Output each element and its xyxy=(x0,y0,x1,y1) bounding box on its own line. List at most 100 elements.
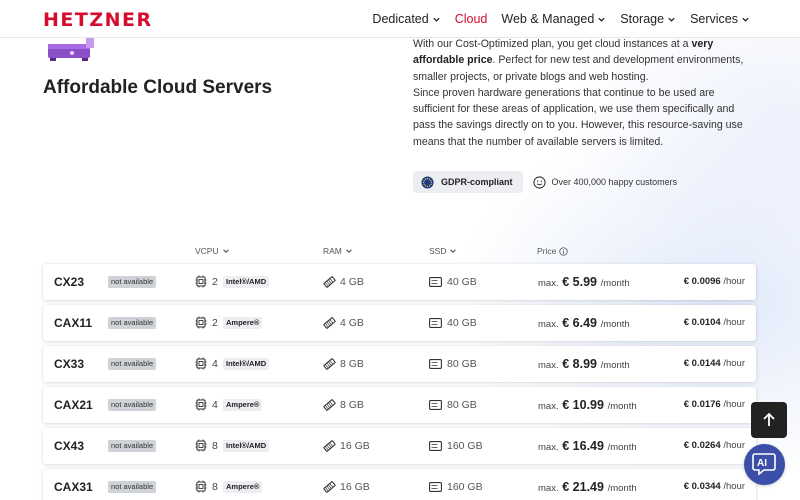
header-label: RAM xyxy=(323,246,342,256)
price-unit: /month xyxy=(600,360,630,371)
table-row[interactable]: CAX11 not available 2 Ampere® 4 GB 40 GB… xyxy=(43,305,756,341)
chevron-down-icon xyxy=(668,17,675,22)
server-name: CX43 xyxy=(54,439,85,453)
price-prefix: max. xyxy=(538,360,559,371)
hero-paragraph-1: With our Cost-Optimized plan, you get cl… xyxy=(413,36,758,85)
price-unit: /month xyxy=(600,319,630,330)
smiley-icon xyxy=(532,175,546,189)
price-prefix: max. xyxy=(538,319,559,330)
column-header-ssd[interactable]: SSD xyxy=(429,246,457,256)
price-prefix: max. xyxy=(538,278,559,289)
table-row[interactable]: CX23 not available 2 Intel®/AMD 4 GB 40 … xyxy=(43,264,756,300)
ram-value: 16 GB xyxy=(340,440,370,452)
chevron-down-icon xyxy=(598,17,605,22)
ai-label: AI xyxy=(757,458,767,469)
server-name: CX23 xyxy=(54,275,85,289)
nav-label: Cloud xyxy=(454,12,488,26)
price-unit: /month xyxy=(607,401,637,412)
price-amount: € 16.49 xyxy=(562,439,604,453)
ai-assistant-button[interactable]: AI xyxy=(744,444,785,485)
column-header-price[interactable]: Price xyxy=(537,246,569,256)
gdpr-badge: GDPR-compliant xyxy=(413,171,523,193)
chevron-down-icon xyxy=(222,249,229,253)
column-header-ram[interactable]: RAM xyxy=(323,246,353,256)
price-unit: /month xyxy=(600,278,630,289)
drive-icon xyxy=(429,359,442,369)
monthly-price: max. € 6.49 /month xyxy=(538,316,630,330)
hourly-amount: € 0.0264 xyxy=(683,440,721,451)
monthly-price: max. € 16.49 /month xyxy=(538,439,637,453)
price-amount: € 6.49 xyxy=(562,316,597,330)
drive-icon xyxy=(429,277,442,287)
monthly-price: max. € 21.49 /month xyxy=(538,480,637,494)
memory-icon xyxy=(323,358,336,370)
scroll-to-top-button[interactable] xyxy=(751,402,787,438)
column-header-vcpu[interactable]: VCPU xyxy=(195,246,230,256)
eu-flag-icon xyxy=(421,175,434,189)
text: With our Cost-Optimized plan, you get cl… xyxy=(413,38,692,50)
hero-paragraph-2: Since proven hardware generations that c… xyxy=(413,86,743,148)
hourly-price: € 0.0104 /hour xyxy=(684,317,745,328)
cpu-type-badge: Ampere® xyxy=(223,481,263,493)
chevron-down-icon xyxy=(742,17,749,22)
server-name: CX33 xyxy=(54,357,85,371)
hourly-amount: € 0.0104 xyxy=(683,317,721,328)
monthly-price: max. € 5.99 /month xyxy=(538,275,630,289)
cpu-chip-icon xyxy=(195,398,207,411)
cpu-type-badge: Ampere® xyxy=(223,317,263,329)
nav-item-dedicated[interactable]: Dedicated xyxy=(372,12,440,26)
status-badge: not available xyxy=(108,399,157,411)
hourly-unit: /hour xyxy=(723,481,745,492)
cpu-chip-icon xyxy=(195,480,207,493)
price-unit: /month xyxy=(607,483,637,494)
hourly-price: € 0.0176 /hour xyxy=(684,399,745,410)
drive-icon xyxy=(429,400,442,410)
nav-item-services[interactable]: Services xyxy=(690,12,750,26)
cpu-type-badge: Intel®/AMD xyxy=(223,276,270,288)
nav-item-storage[interactable]: Storage xyxy=(620,12,676,26)
header-label: VCPU xyxy=(195,246,219,256)
server-name: CAX31 xyxy=(54,480,93,494)
nav-label: Dedicated xyxy=(372,12,429,26)
nav-label: Web & Managed xyxy=(501,12,595,26)
ssd-value: 40 GB xyxy=(447,317,477,329)
server-name: CAX21 xyxy=(54,398,93,412)
memory-icon xyxy=(323,317,336,329)
hourly-price: € 0.0264 /hour xyxy=(684,440,745,451)
trust-badges: GDPR-compliant Over 400,000 happy custom… xyxy=(413,171,677,193)
nav-item-web-managed[interactable]: Web & Managed xyxy=(501,12,606,26)
customers-label: Over 400,000 happy customers xyxy=(551,177,678,187)
monthly-price: max. € 8.99 /month xyxy=(538,357,630,371)
hetzner-logo[interactable]: HETZNER xyxy=(43,9,153,31)
cpu-type-badge: Ampere® xyxy=(223,399,263,411)
chevron-down-icon xyxy=(433,17,440,22)
ssd-value: 160 GB xyxy=(447,440,483,452)
hero-description: With our Cost-Optimized plan, you get cl… xyxy=(413,36,758,150)
site-header: HETZNER Dedicated Cloud Web & Managed St… xyxy=(0,0,800,38)
vcpu-count: 4 xyxy=(212,358,218,370)
nav-item-cloud[interactable]: Cloud xyxy=(455,12,488,26)
status-badge: not available xyxy=(108,317,157,329)
server-illustration-icon xyxy=(48,38,94,61)
cpu-chip-icon xyxy=(195,357,207,370)
table-row[interactable]: CAX21 not available 4 Ampere® 8 GB 80 GB… xyxy=(43,387,756,423)
hourly-amount: € 0.0144 xyxy=(683,358,721,369)
table-row[interactable]: CX43 not available 8 Intel®/AMD 16 GB 16… xyxy=(43,428,756,464)
table-row[interactable]: CAX31 not available 8 Ampere® 16 GB 160 … xyxy=(43,469,756,500)
memory-icon xyxy=(323,399,336,411)
drive-icon xyxy=(429,482,442,492)
table-row[interactable]: CX33 not available 4 Intel®/AMD 8 GB 80 … xyxy=(43,346,756,382)
hourly-amount: € 0.0176 xyxy=(683,399,721,410)
price-amount: € 8.99 xyxy=(562,357,597,371)
vcpu-count: 4 xyxy=(212,399,218,411)
ram-value: 4 GB xyxy=(340,317,364,329)
drive-icon xyxy=(429,441,442,451)
ssd-value: 160 GB xyxy=(447,481,483,493)
price-prefix: max. xyxy=(538,483,559,494)
cpu-chip-icon xyxy=(195,275,207,288)
price-unit: /month xyxy=(607,442,637,453)
chevron-down-icon xyxy=(450,249,457,253)
gdpr-label: GDPR-compliant xyxy=(441,177,513,187)
info-icon[interactable] xyxy=(559,246,569,256)
price-amount: € 10.99 xyxy=(562,398,604,412)
